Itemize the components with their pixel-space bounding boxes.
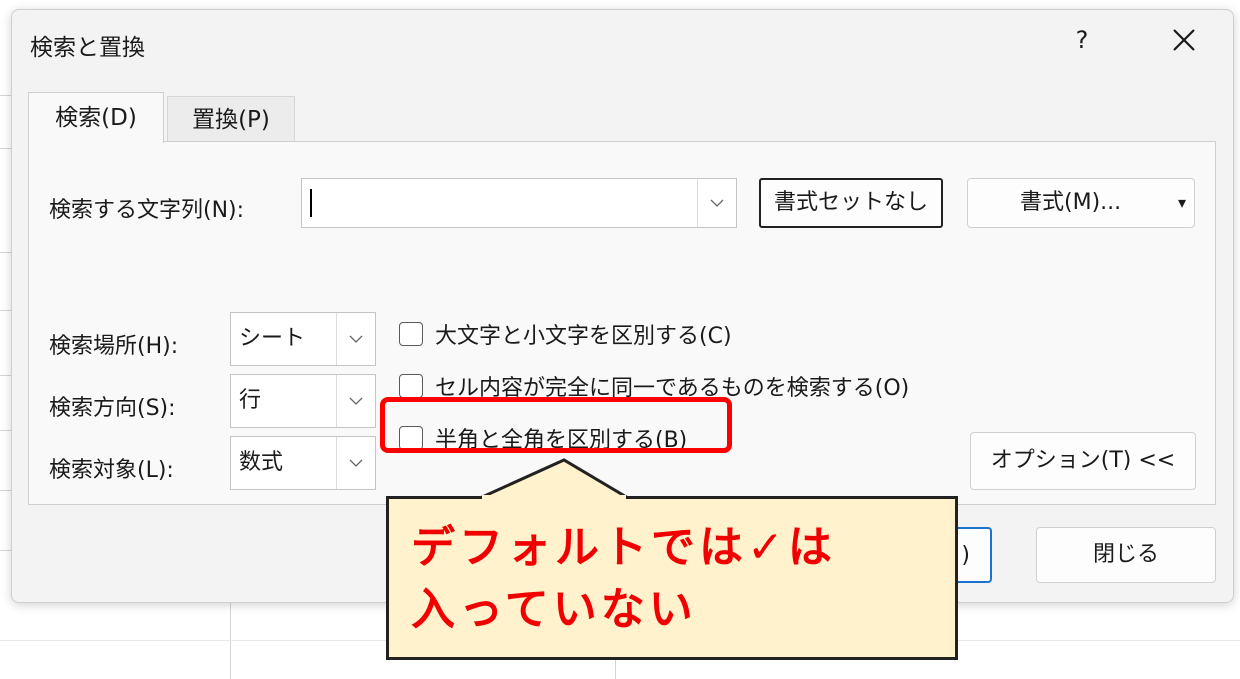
callout-pointer-cover xyxy=(482,495,626,501)
tab-search[interactable]: 検索(D) xyxy=(28,92,164,143)
